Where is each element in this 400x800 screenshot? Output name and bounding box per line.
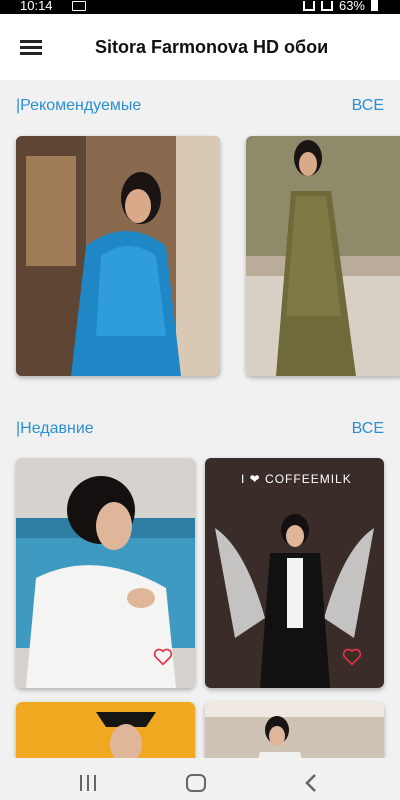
- featured-section-header: |Рекомендуемые ВСЕ: [0, 97, 400, 121]
- featured-section-title: |Рекомендуемые: [16, 97, 142, 114]
- battery-percent: 63%: [338, 0, 365, 13]
- status-bar: 10:14 63%: [0, 0, 400, 14]
- status-right: 63%: [302, 0, 378, 13]
- system-nav-bar: [0, 758, 400, 800]
- app-bar: Sitora Farmonova HD обои: [0, 14, 400, 80]
- recent-wallpaper-card-2[interactable]: I ❤ COFFEEMILK: [205, 458, 384, 688]
- heart-icon[interactable]: [342, 648, 362, 666]
- app-title: Sitora Farmonova HD обои: [95, 37, 329, 57]
- featured-wallpaper-image-2: [246, 136, 400, 376]
- heart-icon[interactable]: [153, 648, 173, 666]
- featured-wallpaper-image-1: [16, 136, 220, 376]
- recent-wallpaper-card-1[interactable]: [16, 458, 195, 688]
- coffeemilk-sign: I ❤ COFFEEMILK: [241, 472, 352, 486]
- menu-icon[interactable]: [20, 40, 42, 56]
- recent-see-all-button[interactable]: ВСЕ: [352, 420, 384, 438]
- gallery-notification-icon: [72, 1, 86, 11]
- status-time: 10:14: [20, 0, 53, 13]
- featured-see-all-button[interactable]: ВСЕ: [352, 97, 384, 115]
- nav-back-icon[interactable]: [303, 773, 319, 793]
- nav-home-icon[interactable]: [186, 774, 206, 792]
- featured-wallpaper-card-2[interactable]: [246, 136, 400, 376]
- recent-section-title: |Недавние: [16, 420, 94, 437]
- recent-section-header: |Недавние ВСЕ: [0, 420, 400, 444]
- signal-icon: [320, 0, 333, 11]
- wifi-icon: [302, 0, 315, 11]
- nav-recent-icon[interactable]: [80, 775, 96, 791]
- featured-wallpaper-card-1[interactable]: [16, 136, 220, 376]
- battery-icon: [371, 0, 378, 11]
